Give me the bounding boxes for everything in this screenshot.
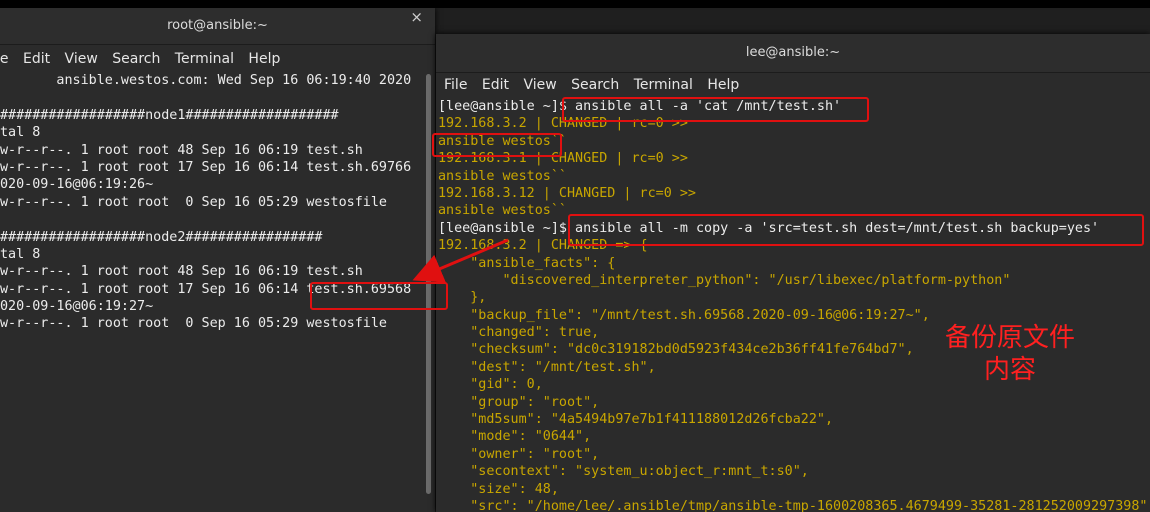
window-title: root@ansible:~	[167, 18, 268, 33]
terminal-line: 192.168.3.1 | CHANGED | rc=0 >>	[438, 151, 688, 167]
terminal-line: "md5sum": "4a5494b97e7b1f411188012d26fcb…	[438, 412, 834, 428]
scrollbar[interactable]	[426, 74, 431, 494]
terminal-line: w-r--r--. 1 root root 48 Sep 16 06:19 te…	[0, 264, 363, 280]
terminal-line: ansible westos``	[438, 168, 567, 184]
menu-search[interactable]: Search	[112, 51, 160, 67]
menu-view[interactable]: View	[523, 77, 556, 93]
menu-bar-right: File Edit View Search Terminal Help	[444, 74, 1150, 96]
menu-help[interactable]: Help	[248, 51, 280, 67]
terminal-line: 192.168.3.2 | CHANGED => {	[438, 238, 648, 254]
terminal-line: w-r--r--. 1 root root 0 Sep 16 05:29 wes…	[0, 194, 387, 210]
terminal-line: w-r--r--. 1 root root 17 Sep 16 06:14 te…	[0, 281, 412, 297]
menu-bar-left: le Edit View Search Terminal Help	[0, 48, 435, 70]
terminal-line: w-r--r--. 1 root root 0 Sep 16 05:29 wes…	[0, 316, 387, 332]
terminal-line: },	[438, 290, 487, 306]
terminal-line: ansible westos``	[438, 203, 567, 219]
terminal-line: [lee@ansible ~]$ ansible all -m copy -a …	[438, 220, 1100, 236]
terminal-line: ##################node2#################	[0, 229, 323, 245]
terminal-line: w-r--r--. 1 root root 17 Sep 16 06:14 te…	[0, 159, 412, 175]
terminal-line: 192.168.3.2 | CHANGED | rc=0 >>	[438, 116, 688, 132]
terminal-line: "mode": "0644",	[438, 429, 592, 445]
terminal-line: "group": "root",	[438, 394, 600, 410]
terminal-line: "ansible_facts": {	[438, 255, 616, 271]
window-titlebar-root[interactable]: root@ansible:~ ×	[0, 8, 435, 45]
terminal-line: tal 8	[0, 246, 41, 262]
terminal-line: "secontext": "system_u:object_r:mnt_t:s0…	[438, 464, 809, 480]
terminal-window-lee[interactable]: lee@ansible:~ File Edit View Search Term…	[436, 34, 1150, 512]
system-top-bar	[0, 0, 1150, 8]
terminal-line: "owner": "root",	[438, 446, 600, 462]
window-title: lee@ansible:~	[745, 45, 841, 60]
terminal-line: "src": "/home/lee/.ansible/tmp/ansible-t…	[438, 498, 1148, 512]
terminal-line: "discovered_interpreter_python": "/usr/l…	[438, 272, 1011, 288]
terminal-line: tal 8	[0, 125, 41, 141]
terminal-line: 020-09-16@06:19:27~	[0, 299, 154, 315]
menu-edit[interactable]: Edit	[23, 51, 50, 67]
menu-terminal[interactable]: Terminal	[634, 77, 693, 93]
annotation-note: 备份原文件 内容	[930, 322, 1090, 386]
window-titlebar-lee[interactable]: lee@ansible:~	[436, 34, 1150, 73]
terminal-line: ##################node1#################…	[0, 107, 339, 123]
terminal-line: w-r--r--. 1 root root 48 Sep 16 06:19 te…	[0, 142, 363, 158]
close-icon[interactable]: ×	[410, 8, 423, 26]
terminal-output-lee[interactable]: [lee@ansible ~]$ ansible all -a 'cat /mn…	[436, 98, 1150, 512]
terminal-window-root[interactable]: root@ansible:~ × le Edit View Search Ter…	[0, 8, 435, 512]
menu-help[interactable]: Help	[707, 77, 739, 93]
menu-view[interactable]: View	[65, 51, 98, 67]
menu-search[interactable]: Search	[571, 77, 619, 93]
terminal-line: ansible.westos.com: Wed Sep 16 06:19:40 …	[0, 73, 412, 88]
terminal-line: "size": 48,	[438, 481, 559, 497]
terminal-output-root[interactable]: ansible.westos.com: Wed Sep 16 06:19:40 …	[0, 72, 435, 512]
terminal-line: 192.168.3.12 | CHANGED | rc=0 >>	[438, 185, 696, 201]
terminal-line: 020-09-16@06:19:26~	[0, 177, 154, 193]
menu-terminal[interactable]: Terminal	[175, 51, 234, 67]
menu-file[interactable]: le	[0, 51, 9, 67]
menu-file[interactable]: File	[444, 77, 467, 93]
menu-edit[interactable]: Edit	[482, 77, 509, 93]
annotation-line-1: 备份原文件	[944, 323, 1075, 353]
terminal-line: [lee@ansible ~]$ ansible all -a 'cat /mn…	[438, 99, 842, 114]
terminal-line: ansible westos``	[438, 133, 567, 149]
annotation-line-2: 内容	[983, 355, 1036, 385]
